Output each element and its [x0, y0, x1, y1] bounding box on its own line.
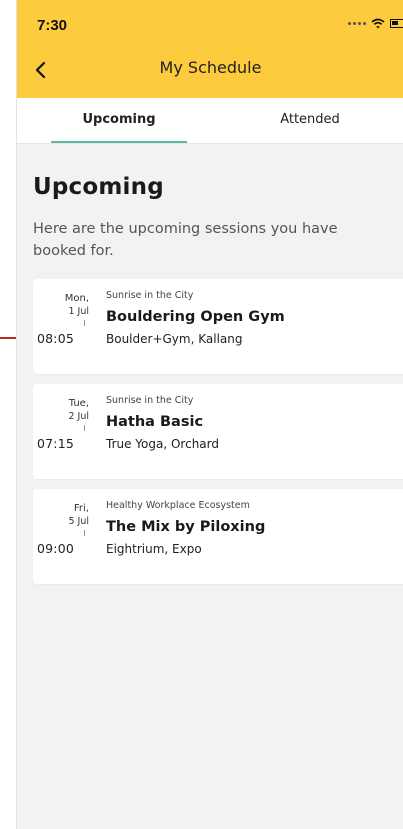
date-divider	[84, 425, 85, 431]
status-icons	[348, 18, 403, 29]
battery-icon	[390, 19, 403, 28]
session-time: 08:05	[37, 331, 75, 346]
status-time: 7:30	[37, 17, 68, 34]
section-description: Here are the upcoming sessions you have …	[33, 221, 338, 259]
session-venue: Eightrium, Expo	[106, 542, 202, 556]
page-title: My Schedule	[159, 58, 262, 77]
nav-bar: My Schedule	[17, 46, 403, 98]
session-name: The Mix by Piloxing	[106, 519, 266, 535]
status-bar: 7:30	[17, 0, 403, 46]
session-day: Mon,	[64, 293, 89, 304]
session-date: Fri, 5 Jul	[33, 502, 89, 528]
session-date-value: 1 Jul	[68, 306, 89, 317]
session-day: Fri,	[73, 503, 89, 514]
session-venue: True Yoga, Orchard	[106, 437, 219, 451]
session-time: 09:00	[37, 541, 75, 556]
session-day: Tue,	[68, 398, 89, 409]
session-date: Mon, 1 Jul	[33, 292, 89, 318]
session-date: Tue, 2 Jul	[33, 397, 89, 423]
session-name: Hatha Basic	[106, 414, 204, 430]
session-card[interactable]: Mon, 1 Jul 08:05 Sunrise in the City Bou…	[33, 279, 403, 374]
session-venue: Boulder+Gym, Kallang	[106, 332, 243, 346]
session-card[interactable]: Fri, 5 Jul 09:00 Healthy Workplace Ecosy…	[33, 489, 403, 584]
session-name: Bouldering Open Gym	[106, 309, 285, 325]
date-divider	[84, 530, 85, 536]
session-date-value: 5 Jul	[68, 516, 89, 527]
section-title: Upcoming	[33, 174, 164, 200]
session-category: Sunrise in the City	[106, 290, 194, 301]
signal-icon	[348, 22, 366, 25]
session-category: Healthy Workplace Ecosystem	[106, 500, 250, 511]
tab-upcoming[interactable]: Upcoming	[51, 98, 187, 143]
session-card[interactable]: Tue, 2 Jul 07:15 Sunrise in the City Hat…	[33, 384, 403, 479]
date-divider	[84, 320, 85, 326]
session-date-value: 2 Jul	[68, 411, 89, 422]
wifi-icon	[371, 18, 385, 29]
session-time: 07:15	[37, 436, 75, 451]
session-category: Sunrise in the City	[106, 395, 194, 406]
tab-attended[interactable]: Attended	[242, 98, 378, 143]
app-screen: 7:30 My Schedule Upcoming Attended Upcom…	[16, 0, 403, 829]
tab-bar: Upcoming Attended	[17, 98, 403, 144]
